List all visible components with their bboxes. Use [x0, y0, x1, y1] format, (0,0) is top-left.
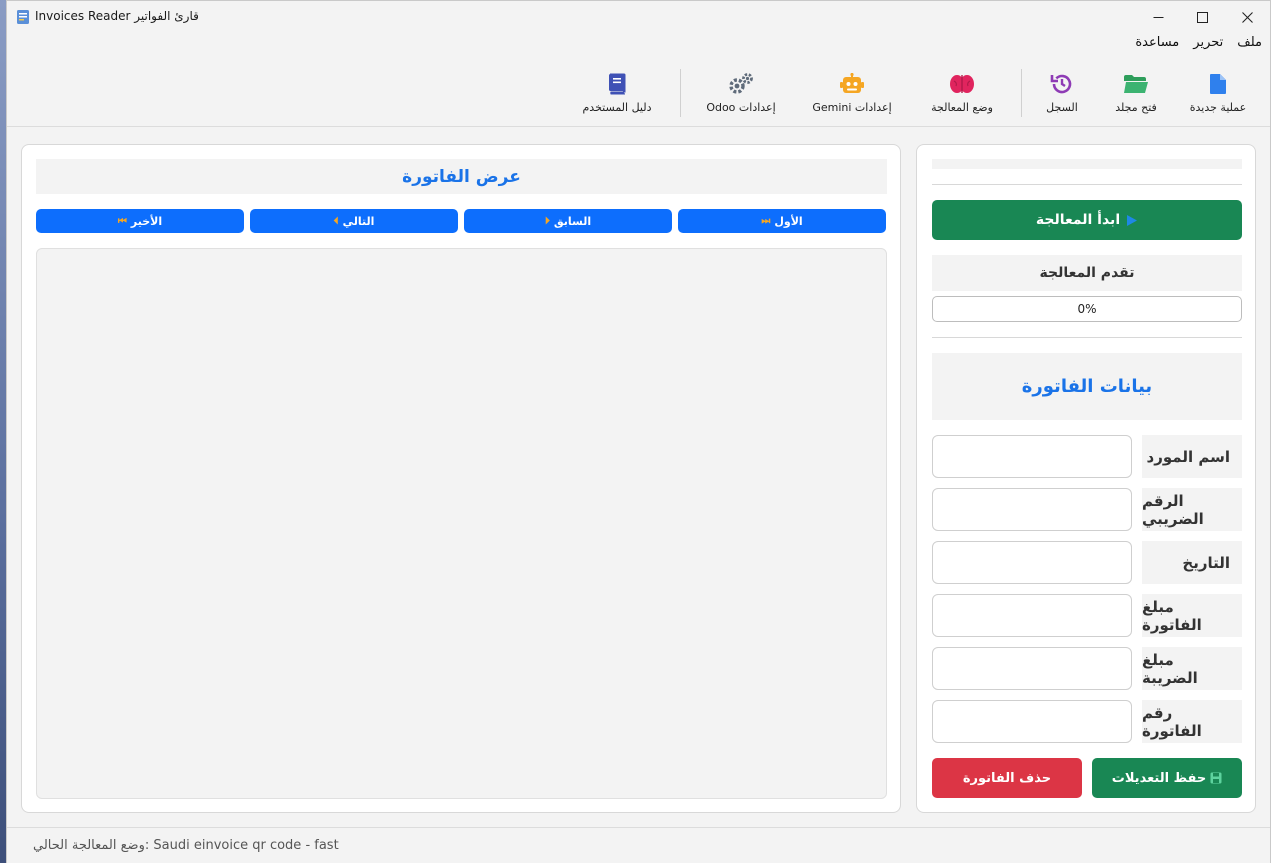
field-supplier-name: اسم المورد — [932, 435, 1242, 479]
app-window: Invoices Reader قارئ الفواتير ملف تحرير … — [6, 0, 1271, 863]
progress-label-box: تقدم المعالجة — [932, 255, 1242, 291]
invoice-number-label: رقم الفاتورة — [1142, 700, 1242, 743]
menu-file[interactable]: ملف — [1237, 35, 1262, 57]
invoice-number-input[interactable] — [932, 700, 1132, 743]
field-invoice-number: رقم الفاتورة — [932, 700, 1242, 744]
window-title: Invoices Reader قارئ الفواتير — [35, 9, 199, 23]
panel-header-strip — [932, 159, 1242, 169]
menu-edit[interactable]: تحرير — [1193, 35, 1223, 57]
field-tax-amount: مبلغ الضريبة — [932, 647, 1242, 691]
progress-bar: 0% — [932, 296, 1242, 322]
previous-label: السابق — [553, 214, 592, 228]
brain-icon — [949, 71, 975, 97]
field-tax-number: الرقم الضريبي — [932, 488, 1242, 532]
new-operation-label: عملية جديدة — [1189, 101, 1247, 114]
close-button[interactable] — [1224, 1, 1270, 33]
new-operation-button[interactable]: عملية جديدة — [1188, 71, 1248, 114]
divider — [932, 184, 1242, 185]
date-input[interactable] — [932, 541, 1132, 584]
viewer-title-bar: عرض الفاتورة — [36, 159, 887, 194]
tax-number-input[interactable] — [932, 488, 1132, 531]
new-file-icon — [1205, 71, 1231, 97]
odoo-settings-button[interactable]: Odoo إعدادات — [703, 71, 779, 114]
status-text: وضع المعالجة الحالي: Saudi einvoice qr c… — [33, 838, 339, 853]
first-button[interactable]: ⏭ الأول — [678, 209, 886, 233]
app-icon — [17, 10, 29, 24]
save-icon — [1210, 772, 1222, 784]
divider — [932, 337, 1242, 338]
minimize-icon — [1153, 16, 1163, 18]
content-area: عرض الفاتورة ⏮ الأخير ⏴ التالي ⏵ السابق … — [7, 128, 1270, 827]
invoice-amount-input[interactable] — [932, 594, 1132, 637]
toolbar: عملية جديدة فتح مجلد السجل وضع المعالجة — [7, 61, 1270, 127]
title-bar[interactable]: Invoices Reader قارئ الفواتير — [7, 1, 1270, 33]
save-changes-label: حفظ التعديلات — [1111, 770, 1207, 786]
gemini-settings-button[interactable]: Gemini إعدادات — [811, 71, 893, 114]
invoice-amount-label: مبلغ الفاتورة — [1142, 594, 1242, 637]
gears-icon — [728, 71, 754, 97]
last-button[interactable]: ⏮ الأخير — [36, 209, 244, 233]
open-folder-label: فتح مجلد — [1115, 101, 1157, 114]
start-processing-button[interactable]: ابدأ المعالجة — [932, 200, 1242, 240]
status-bar: وضع المعالجة الحالي: Saudi einvoice qr c… — [7, 827, 1270, 863]
play-icon — [1127, 214, 1138, 226]
last-icon: ⏮ — [117, 215, 127, 227]
invoice-viewer-panel: عرض الفاتورة ⏮ الأخير ⏴ التالي ⏵ السابق … — [21, 144, 901, 813]
supplier-name-input[interactable] — [932, 435, 1132, 478]
tax-amount-input[interactable] — [932, 647, 1132, 690]
previous-button[interactable]: ⏵ السابق — [464, 209, 672, 233]
open-folder-button[interactable]: فتح مجلد — [1111, 71, 1161, 114]
processing-mode-button[interactable]: وضع المعالجة — [925, 71, 999, 114]
tax-number-label: الرقم الضريبي — [1142, 488, 1242, 531]
last-label: الأخير — [130, 214, 163, 228]
save-changes-button[interactable]: حفظ التعديلات — [1092, 758, 1242, 798]
menu-bar: ملف تحرير مساعدة — [1135, 35, 1262, 57]
user-guide-button[interactable]: دليل المستخدم — [578, 71, 656, 114]
first-icon: ⏭ — [761, 215, 771, 227]
minimize-button[interactable] — [1135, 1, 1181, 33]
user-guide-label: دليل المستخدم — [582, 101, 652, 114]
history-icon — [1049, 71, 1075, 97]
progress-label: تقدم المعالجة — [1039, 265, 1135, 281]
date-label: التاريخ — [1142, 541, 1242, 584]
folder-open-icon — [1123, 71, 1149, 97]
delete-invoice-button[interactable]: حذف الفاتورة — [932, 758, 1082, 798]
next-button[interactable]: ⏴ التالي — [250, 209, 458, 233]
gemini-settings-label: Gemini إعدادات — [812, 101, 892, 114]
viewer-title: عرض الفاتورة — [402, 166, 521, 187]
history-button[interactable]: السجل — [1042, 71, 1082, 114]
next-icon: ⏴ — [333, 215, 339, 227]
toolbar-separator — [1021, 69, 1022, 117]
invoice-preview-area[interactable] — [36, 248, 887, 799]
next-label: التالي — [342, 214, 375, 228]
maximize-button[interactable] — [1179, 1, 1225, 33]
processing-mode-label: وضع المعالجة — [931, 101, 993, 114]
robot-icon — [839, 71, 865, 97]
book-icon — [604, 71, 630, 97]
delete-invoice-label: حذف الفاتورة — [962, 770, 1052, 786]
menu-help[interactable]: مساعدة — [1135, 35, 1179, 57]
invoice-data-title: بيانات الفاتورة — [1021, 376, 1153, 397]
close-icon — [1241, 11, 1253, 23]
supplier-name-label: اسم المورد — [1142, 435, 1242, 478]
invoice-data-header: بيانات الفاتورة — [932, 353, 1242, 420]
first-label: الأول — [774, 214, 803, 228]
odoo-settings-label: Odoo إعدادات — [706, 101, 776, 114]
toolbar-separator — [680, 69, 681, 117]
tax-amount-label: مبلغ الضريبة — [1142, 647, 1242, 690]
control-panel: ابدأ المعالجة تقدم المعالجة 0% بيانات ال… — [916, 144, 1256, 813]
maximize-icon — [1196, 11, 1208, 23]
history-label: السجل — [1046, 101, 1078, 114]
previous-icon: ⏵ — [544, 215, 550, 227]
progress-text: 0% — [1077, 302, 1097, 316]
start-processing-label: ابدأ المعالجة — [1035, 212, 1121, 228]
field-date: التاريخ — [932, 541, 1242, 585]
field-invoice-amount: مبلغ الفاتورة — [932, 594, 1242, 638]
